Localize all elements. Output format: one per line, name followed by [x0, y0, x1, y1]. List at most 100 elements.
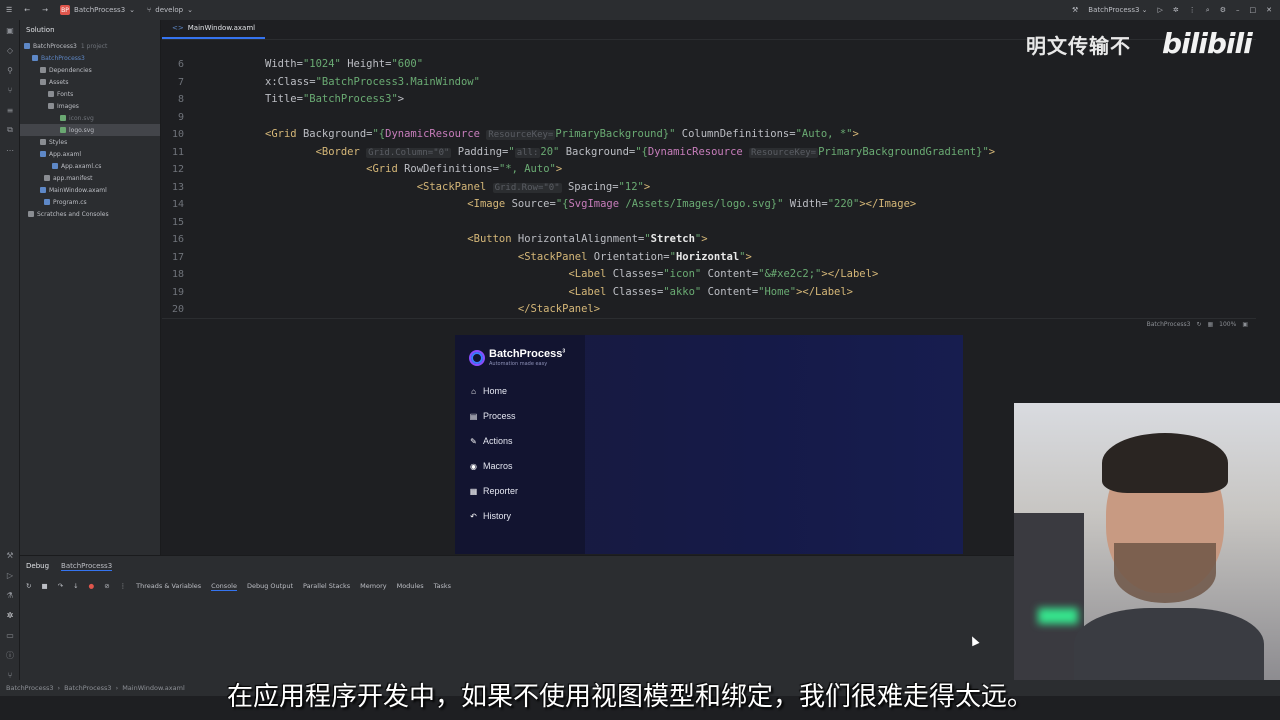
search-icon[interactable]: ⌕ [1206, 6, 1210, 15]
line-number: 9 [177, 111, 184, 123]
nav-item-reporter[interactable]: ▦ Reporter [469, 482, 579, 500]
tab-memory[interactable]: Memory [360, 582, 386, 590]
tab-tasks[interactable]: Tasks [434, 582, 451, 590]
history-icon: ↶ [470, 511, 477, 521]
nav-label: Process [483, 411, 516, 421]
logo-name: BatchProcess [489, 348, 563, 360]
logo-tagline: Automation made easy [489, 361, 548, 367]
grid-icon[interactable]: ▦ [1208, 321, 1214, 328]
run-config-selector[interactable]: BatchProcess3 ⌄ [1088, 6, 1147, 14]
minimize-icon[interactable]: – [1236, 6, 1240, 14]
git-tool-icon[interactable]: ⑂ [0, 80, 20, 100]
tree-item-label: App.axaml.cs [61, 162, 102, 170]
video-subtitle: 在应用程序开发中，如果不使用视图模型和绑定，我们很难走得太远。 [226, 682, 1033, 712]
tree-item-icon-svg[interactable]: icon.svg [20, 112, 160, 124]
macros-icon: ◉ [470, 461, 477, 471]
tree-item-styles[interactable]: Styles [20, 136, 160, 148]
tree-item-fonts[interactable]: Fonts [20, 88, 160, 100]
plugins-tool-icon[interactable]: ⧉ [0, 120, 20, 140]
line-number: 7 [177, 76, 184, 88]
tab-debug-output[interactable]: Debug Output [247, 582, 293, 590]
nav-label: Home [483, 386, 508, 396]
code-line: 18 <Label Classes="icon" Content="&#xe2c… [162, 266, 1256, 284]
app-logo: BatchProcess3 Automation made easy [469, 348, 565, 367]
gear-icon[interactable]: ⚙ [1220, 6, 1226, 14]
restart-icon[interactable]: ↻ [26, 582, 31, 590]
problems-tool-icon[interactable]: ⓘ [0, 645, 20, 665]
main-menu-button[interactable]: ☰ [0, 6, 18, 14]
back-button[interactable]: ← [18, 6, 36, 14]
branch-icon: ⑂ [147, 6, 152, 14]
tree-item-assets[interactable]: Assets [20, 76, 160, 88]
step-over-icon[interactable]: ↷ [58, 582, 63, 590]
nav-item-home[interactable]: ⌂ Home [469, 382, 579, 400]
terminal-tool-icon[interactable]: ▭ [0, 625, 20, 645]
tree-item-label: App.axaml [49, 150, 82, 158]
solution-icon [24, 43, 30, 49]
unit-test-tool-icon[interactable]: ⚗ [0, 585, 20, 605]
tree-item-program[interactable]: Program.cs [20, 196, 160, 208]
tree-item-label: logo.svg [69, 126, 95, 134]
presenter-body [1074, 608, 1264, 680]
run-tool-icon[interactable]: ▷ [0, 565, 20, 585]
nav-item-actions[interactable]: ✎ Actions [469, 432, 579, 450]
solution-tool-icon[interactable]: ▣ [0, 20, 20, 40]
tree-item-app-axaml-cs[interactable]: App.axaml.cs [20, 160, 160, 172]
tree-item-project[interactable]: BatchProcess3 [20, 52, 160, 64]
tree-item-solution[interactable]: BatchProcess3 1 project [20, 40, 160, 52]
title-bar: ☰ ← → BP BatchProcess3 ⌄ ⑂ develop ⌄ ⚒ B… [0, 0, 1280, 20]
tab-console[interactable]: Console [211, 582, 237, 591]
debug-tool-icon[interactable]: ✲ [0, 605, 20, 625]
tree-item-app-manifest[interactable]: app.manifest [20, 172, 160, 184]
tab-modules[interactable]: Modules [397, 582, 424, 590]
nav-item-process[interactable]: ▤ Process [469, 407, 579, 425]
hammer-icon[interactable]: ⚒ [1072, 6, 1078, 14]
breakpoint-icon[interactable]: ● [89, 582, 95, 590]
database-tool-icon[interactable]: ≡ [0, 100, 20, 120]
forward-arrow-icon: → [42, 6, 49, 14]
tree-item-mainwindow[interactable]: MainWindow.axaml [20, 184, 160, 196]
more-icon[interactable]: ⋮ [1189, 6, 1196, 14]
tree-item-dependencies[interactable]: Dependencies [20, 64, 160, 76]
nav-item-history[interactable]: ↶ History [469, 507, 579, 525]
nav-item-macros[interactable]: ◉ Macros [469, 457, 579, 475]
tab-parallel-stacks[interactable]: Parallel Stacks [303, 582, 350, 590]
folder-icon [48, 91, 54, 97]
more-tools-icon[interactable]: ⋯ [0, 140, 20, 160]
tree-item-app-axaml[interactable]: App.axaml [20, 148, 160, 160]
tree-item-images[interactable]: Images [20, 100, 160, 112]
code-line: 15 [162, 214, 1256, 232]
structure-tool-icon[interactable]: ⚲ [0, 60, 20, 80]
build-tool-icon[interactable]: ⚒ [0, 545, 20, 565]
tree-item-label: Styles [49, 138, 68, 146]
project-badge: BP [60, 5, 71, 15]
line-number: 10 [171, 129, 184, 140]
layout-icon[interactable]: ▣ [1242, 321, 1248, 328]
tree-item-scratches[interactable]: Scratches and Consoles [20, 208, 160, 220]
stop-icon[interactable]: ■ [41, 582, 47, 590]
folder-icon [40, 139, 46, 145]
debug-session-tab[interactable]: BatchProcess3 [61, 562, 113, 571]
preview-config-selector[interactable]: BatchProcess3 [1147, 321, 1191, 328]
debug-icon[interactable]: ✲ [1173, 6, 1179, 14]
project-switcher[interactable]: BP BatchProcess3 ⌄ [54, 5, 141, 15]
code-editor[interactable]: 6 Width="1024" Height="600" 7 x:Class="Bat… [162, 56, 1256, 318]
commit-tool-icon[interactable]: ◇ [0, 40, 20, 60]
zoom-selector[interactable]: 100% [1219, 321, 1236, 328]
code-line: 19 <Label Classes="akko" Content="Home">… [162, 284, 1256, 302]
tab-mainwindow-axaml[interactable]: <> MainWindow.axaml [162, 19, 266, 39]
refresh-icon[interactable]: ↻ [1196, 321, 1201, 328]
more-icon[interactable]: ⋮ [120, 582, 127, 590]
close-icon[interactable]: ✕ [1266, 6, 1272, 14]
maximize-icon[interactable]: □ [1250, 6, 1257, 14]
chevron-down-icon: ⌄ [129, 6, 136, 14]
tree-item-logo-svg[interactable]: logo.svg [20, 124, 160, 136]
branch-switcher[interactable]: ⑂ develop ⌄ [141, 6, 199, 14]
tree-item-label: BatchProcess3 [41, 54, 85, 62]
tree-item-label: Program.cs [53, 198, 87, 206]
forward-button[interactable]: → [36, 6, 54, 14]
step-into-icon[interactable]: ↓ [73, 582, 78, 590]
run-icon[interactable]: ▷ [1158, 6, 1163, 14]
tab-threads-variables[interactable]: Threads & Variables [136, 582, 201, 590]
mute-breakpoints-icon[interactable]: ⊘ [104, 582, 109, 590]
